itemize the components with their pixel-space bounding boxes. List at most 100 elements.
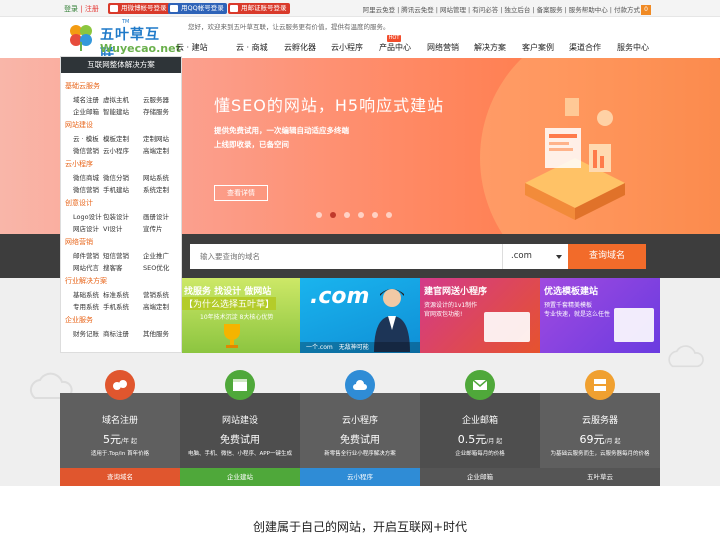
sidebar-link[interactable]: Logo设计: [73, 211, 102, 221]
sidebar-category[interactable]: 网站建设: [65, 120, 93, 130]
sidebar-category[interactable]: 企业服务: [65, 315, 93, 325]
top-link[interactable]: 网站管理: [440, 6, 466, 14]
cloud-pattern-icon: [668, 345, 704, 368]
nav-item-solutions[interactable]: 解决方案: [474, 42, 506, 53]
sidebar-link[interactable]: 模板定制: [103, 133, 129, 143]
nav-item-marketing[interactable]: 网络营销: [427, 42, 459, 53]
mail-login-button[interactable]: 用邮证账号登录: [228, 3, 290, 14]
mail-icon: [230, 5, 238, 12]
sidebar-link[interactable]: 云 · 模板: [73, 133, 99, 143]
sidebar-link[interactable]: 宣传片: [143, 223, 163, 233]
qq-login-button[interactable]: 用QQ帐号登录: [168, 3, 227, 14]
nav-item-cloud-mall[interactable]: 云 · 商城: [236, 42, 268, 53]
sidebar-link[interactable]: 短信营销: [103, 250, 129, 260]
sidebar-link[interactable]: 标准系统: [103, 289, 129, 299]
sidebar-link[interactable]: 高端定制: [143, 145, 169, 155]
sidebar-link[interactable]: 手机建站: [103, 184, 129, 194]
slide-dot[interactable]: [386, 212, 392, 218]
sidebar-link[interactable]: 手机系统: [103, 301, 129, 311]
sidebar-link[interactable]: 智能建站: [103, 106, 129, 116]
sidebar-link[interactable]: 专用系统: [73, 301, 99, 311]
tld-select[interactable]: .com: [502, 244, 568, 269]
nav-item-cloud-site[interactable]: 云 · 建站: [176, 42, 208, 53]
sidebar-link[interactable]: 企业邮箱: [73, 106, 99, 116]
sidebar-link[interactable]: 微信营销: [73, 184, 99, 194]
weibo-login-label: 用微博帐号登录: [121, 4, 167, 12]
service-action-button[interactable]: 企业建站: [180, 468, 300, 486]
service-price-unit: /年 起: [121, 438, 137, 445]
sidebar-link[interactable]: 云小程序: [103, 145, 129, 155]
sidebar-link[interactable]: 邮件营销: [73, 250, 99, 260]
top-link[interactable]: 服务帮助中心: [569, 6, 608, 14]
sidebar-link[interactable]: 搜客客: [103, 262, 123, 272]
slide-dot[interactable]: [372, 212, 378, 218]
domain-search-input[interactable]: [190, 244, 502, 269]
nav-item-products[interactable]: 产品中心: [379, 42, 411, 53]
slide-dot[interactable]: [316, 212, 322, 218]
promo-tile-dotcom[interactable]: .com 一个.com 无敌神可能: [300, 278, 420, 353]
weibo-login-button[interactable]: 用微博帐号登录: [108, 3, 170, 14]
sidebar-link[interactable]: 存储服务: [143, 106, 169, 116]
service-card-email: 企业邮箱 0.5元/月 起 企业邮箱每月的价格 企业邮箱: [420, 393, 540, 486]
sidebar-link[interactable]: 其他服务: [143, 328, 169, 338]
nav-item-cases[interactable]: 客户案例: [522, 42, 554, 53]
sidebar-link[interactable]: 域名注册: [73, 94, 99, 104]
domain-search-input-wrap: [190, 244, 502, 269]
sidebar-link[interactable]: 营销系统: [143, 289, 169, 299]
service-action-button[interactable]: 云小程序: [300, 468, 420, 486]
sidebar-category[interactable]: 创意设计: [65, 198, 93, 208]
top-link[interactable]: 付款方式: [614, 6, 640, 14]
sidebar-link[interactable]: 微信营销: [73, 145, 99, 155]
sidebar-link[interactable]: 企业推广: [143, 250, 169, 260]
sidebar-link[interactable]: 财务记账: [73, 328, 99, 338]
top-link[interactable]: 腾讯云免登: [401, 6, 434, 14]
nav-item-channel[interactable]: 渠道合作: [569, 42, 601, 53]
sidebar-link[interactable]: 网站代言: [73, 262, 99, 272]
sidebar-row: 网店设计 VI设计 宣传片: [61, 223, 183, 233]
view-details-button[interactable]: 查看详情: [214, 185, 268, 201]
search-domain-button[interactable]: 查询域名: [568, 244, 646, 269]
nav-item-mini-program[interactable]: 云小程序: [331, 42, 363, 53]
sidebar-link[interactable]: 包装设计: [103, 211, 129, 221]
top-link[interactable]: 备案服务: [537, 6, 563, 14]
promo-tile-why-us[interactable]: 找服务 找设计 做网站 【为什么选择五叶草】 10年技术沉淀 8大核心优势: [180, 278, 300, 353]
sidebar-link[interactable]: 画册设计: [143, 211, 169, 221]
banner-subtitle: 提供免费试用，一次编辑自动适应多终端 上线即收录，已备空间: [214, 124, 349, 152]
register-link[interactable]: 注册: [85, 5, 99, 13]
sidebar-category[interactable]: 网络营销: [65, 237, 93, 247]
sidebar-link[interactable]: 云服务器: [143, 94, 169, 104]
nav-item-incubator[interactable]: 云孵化器: [284, 42, 316, 53]
slide-dot[interactable]: [344, 212, 350, 218]
nav-item-service[interactable]: 服务中心: [617, 42, 649, 53]
site-logo[interactable]: 五叶草互联 TM Wuyecao.net: [64, 19, 181, 63]
login-link[interactable]: 登录: [64, 5, 78, 13]
sidebar-link[interactable]: 定制网站: [143, 133, 169, 143]
mail-login-label: 用邮证账号登录: [241, 4, 287, 12]
sidebar-link[interactable]: 网店设计: [73, 223, 99, 233]
cart-badge[interactable]: 0: [641, 5, 651, 15]
service-action-button[interactable]: 查询域名: [60, 468, 180, 486]
sidebar-link[interactable]: 高端定制: [143, 301, 169, 311]
sidebar-link[interactable]: 微信分销: [103, 172, 129, 182]
sidebar-category[interactable]: 行业解决方案: [65, 276, 107, 286]
sidebar-link[interactable]: 系统定制: [143, 184, 169, 194]
top-link[interactable]: 独立后台: [504, 6, 530, 14]
top-link[interactable]: 有问必答: [472, 6, 498, 14]
sidebar-link[interactable]: 商标注册: [103, 328, 129, 338]
sidebar-category[interactable]: 云小程序: [65, 159, 93, 169]
service-action-button[interactable]: 企业邮箱: [420, 468, 540, 486]
sidebar-link[interactable]: 网站系统: [143, 172, 169, 182]
sidebar-link[interactable]: 微信商城: [73, 172, 99, 182]
sidebar-link[interactable]: 基础系统: [73, 289, 99, 299]
promo-headline: 找服务 找设计 做网站: [184, 287, 272, 297]
service-action-button[interactable]: 五叶草云: [540, 468, 660, 486]
sidebar-link[interactable]: SEO优化: [143, 262, 169, 272]
slide-dot-active[interactable]: [330, 212, 336, 218]
promo-tile-mini-program[interactable]: 建官网送小程序 资源设计的1v1制作 官网双包功能!: [420, 278, 540, 353]
sidebar-link[interactable]: 虚拟主机: [103, 94, 129, 104]
sidebar-category[interactable]: 基础云服务: [65, 81, 100, 91]
sidebar-link[interactable]: VI设计: [103, 223, 122, 233]
promo-tile-templates[interactable]: 优选模板建站 预置千套精美模板 专业快速，就是这么任性: [540, 278, 660, 353]
slide-dot[interactable]: [358, 212, 364, 218]
top-link[interactable]: 阿里云免登: [363, 6, 396, 14]
